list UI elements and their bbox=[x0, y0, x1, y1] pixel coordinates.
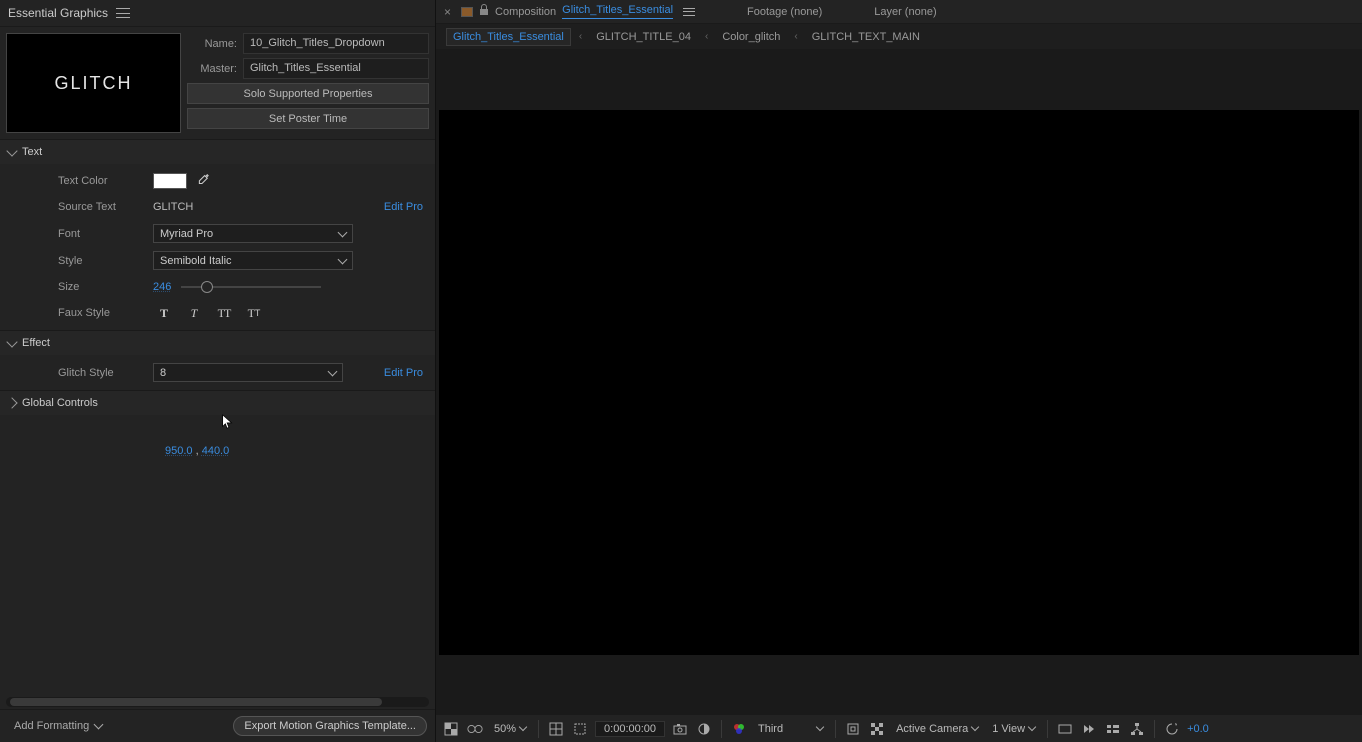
close-tab-icon[interactable]: × bbox=[440, 5, 455, 19]
breadcrumb-item[interactable]: GLITCH_TITLE_04 bbox=[590, 29, 697, 45]
name-field[interactable]: 10_Glitch_Titles_Dropdown bbox=[243, 33, 429, 54]
export-mogrt-button[interactable]: Export Motion Graphics Template... bbox=[233, 716, 427, 736]
chevron-down-icon bbox=[1028, 723, 1036, 731]
timeline-icon[interactable] bbox=[1104, 721, 1122, 737]
roi-icon[interactable] bbox=[844, 721, 862, 737]
section-global-title: Global Controls bbox=[22, 397, 98, 409]
size-label: Size bbox=[8, 281, 153, 293]
edit-properties-link[interactable]: Edit Pro bbox=[384, 367, 427, 379]
exposure-reset-icon[interactable] bbox=[1163, 721, 1181, 737]
section-text-title: Text bbox=[22, 146, 42, 158]
position-coords[interactable]: 950.0 , 440.0 bbox=[0, 415, 435, 465]
add-formatting-dropdown[interactable]: Add Formatting bbox=[8, 717, 128, 735]
section-effect-header[interactable]: Effect bbox=[0, 331, 435, 355]
size-value[interactable]: 246 bbox=[153, 281, 171, 293]
section-global-header[interactable]: Global Controls bbox=[0, 391, 435, 415]
color-mgmt-icon[interactable] bbox=[730, 721, 748, 737]
style-dropdown[interactable]: Semibold Italic bbox=[153, 251, 353, 270]
guides-icon[interactable] bbox=[571, 721, 589, 737]
coord-y[interactable]: 440.0 bbox=[202, 445, 230, 457]
glitch-style-label: Glitch Style bbox=[8, 367, 153, 379]
chevron-left-icon: ‹ bbox=[705, 31, 708, 42]
grid-icon[interactable] bbox=[547, 721, 565, 737]
eyedropper-icon[interactable] bbox=[195, 173, 209, 190]
chevron-down-icon bbox=[94, 720, 104, 730]
scrollbar-thumb[interactable] bbox=[10, 698, 382, 706]
composition-tab-label: Composition bbox=[495, 6, 556, 18]
footage-tab[interactable]: Footage (none) bbox=[747, 6, 822, 18]
panel-menu-icon[interactable] bbox=[683, 8, 695, 16]
text-color-swatch[interactable] bbox=[153, 173, 187, 189]
faux-smallcaps-button[interactable]: TT bbox=[243, 304, 265, 322]
chevron-left-icon: ‹ bbox=[579, 31, 582, 42]
panel-menu-icon[interactable] bbox=[116, 8, 130, 18]
coord-x[interactable]: 950.0 bbox=[165, 445, 193, 457]
faux-italic-button[interactable]: T bbox=[183, 304, 205, 322]
show-channel-icon[interactable] bbox=[695, 721, 713, 737]
faux-label: Faux Style bbox=[8, 307, 153, 319]
flowchart-breadcrumb: Glitch_Titles_Essential ‹ GLITCH_TITLE_0… bbox=[436, 24, 1362, 50]
style-label: Style bbox=[8, 255, 153, 267]
poster-thumbnail[interactable]: GLITCH bbox=[6, 33, 181, 133]
breadcrumb-item[interactable]: Glitch_Titles_Essential bbox=[446, 28, 571, 46]
comp-color-icon bbox=[461, 7, 473, 17]
panel-title: Essential Graphics bbox=[8, 6, 108, 20]
master-field[interactable]: Glitch_Titles_Essential bbox=[243, 58, 429, 79]
chevron-down-icon bbox=[816, 723, 824, 731]
current-time[interactable]: 0:00:00:00 bbox=[595, 721, 665, 737]
layer-tab[interactable]: Layer (none) bbox=[874, 6, 936, 18]
chevron-down-icon bbox=[328, 366, 338, 376]
name-label: Name: bbox=[187, 38, 237, 50]
solo-button[interactable]: Solo Supported Properties bbox=[187, 83, 429, 104]
master-label: Master: bbox=[187, 63, 237, 75]
source-text-value[interactable]: GLITCH bbox=[153, 201, 193, 213]
zoom-dropdown[interactable]: 50% bbox=[490, 721, 530, 737]
lock-icon[interactable] bbox=[479, 4, 489, 19]
chevron-down-icon bbox=[338, 254, 348, 264]
views-dropdown[interactable]: 1 View bbox=[988, 721, 1039, 737]
font-label: Font bbox=[8, 228, 153, 240]
faux-allcaps-button[interactable]: TT bbox=[213, 304, 235, 322]
text-color-label: Text Color bbox=[8, 175, 153, 187]
transparency-grid-icon[interactable] bbox=[868, 721, 886, 737]
faux-bold-button[interactable]: T bbox=[153, 304, 175, 322]
breadcrumb-item[interactable]: Color_glitch bbox=[716, 29, 786, 45]
alpha-toggle-icon[interactable] bbox=[442, 721, 460, 737]
section-effect-title: Effect bbox=[22, 337, 50, 349]
composition-tab-name[interactable]: Glitch_Titles_Essential bbox=[562, 4, 673, 19]
chevron-down-icon bbox=[6, 336, 17, 347]
camera-dropdown[interactable]: Active Camera bbox=[892, 721, 982, 737]
set-poster-button[interactable]: Set Poster Time bbox=[187, 108, 429, 129]
chevron-down-icon bbox=[338, 227, 348, 237]
pixel-aspect-icon[interactable] bbox=[1056, 721, 1074, 737]
size-slider-knob[interactable] bbox=[201, 281, 213, 293]
composition-viewer[interactable] bbox=[436, 50, 1362, 714]
chevron-right-icon bbox=[6, 397, 17, 408]
snapshot-icon[interactable] bbox=[671, 721, 689, 737]
size-slider[interactable] bbox=[181, 286, 321, 288]
mask-toggle-icon[interactable] bbox=[466, 721, 484, 737]
chevron-down-icon bbox=[6, 145, 17, 156]
resolution-dropdown[interactable]: Third bbox=[754, 721, 827, 737]
chevron-down-icon bbox=[971, 723, 979, 731]
exposure-value[interactable]: +0.0 bbox=[1187, 723, 1209, 735]
fast-preview-icon[interactable] bbox=[1080, 721, 1098, 737]
chevron-down-icon bbox=[519, 723, 527, 731]
chevron-left-icon: ‹ bbox=[794, 31, 797, 42]
breadcrumb-item[interactable]: GLITCH_TEXT_MAIN bbox=[806, 29, 926, 45]
source-text-label: Source Text bbox=[8, 201, 153, 213]
section-text-header[interactable]: Text bbox=[0, 140, 435, 164]
font-dropdown[interactable]: Myriad Pro bbox=[153, 224, 353, 243]
horizontal-scrollbar[interactable] bbox=[6, 697, 429, 707]
flowchart-icon[interactable] bbox=[1128, 721, 1146, 737]
glitch-style-dropdown[interactable]: 8 bbox=[153, 363, 343, 382]
edit-properties-link[interactable]: Edit Pro bbox=[384, 201, 427, 213]
composition-canvas[interactable] bbox=[439, 110, 1359, 655]
